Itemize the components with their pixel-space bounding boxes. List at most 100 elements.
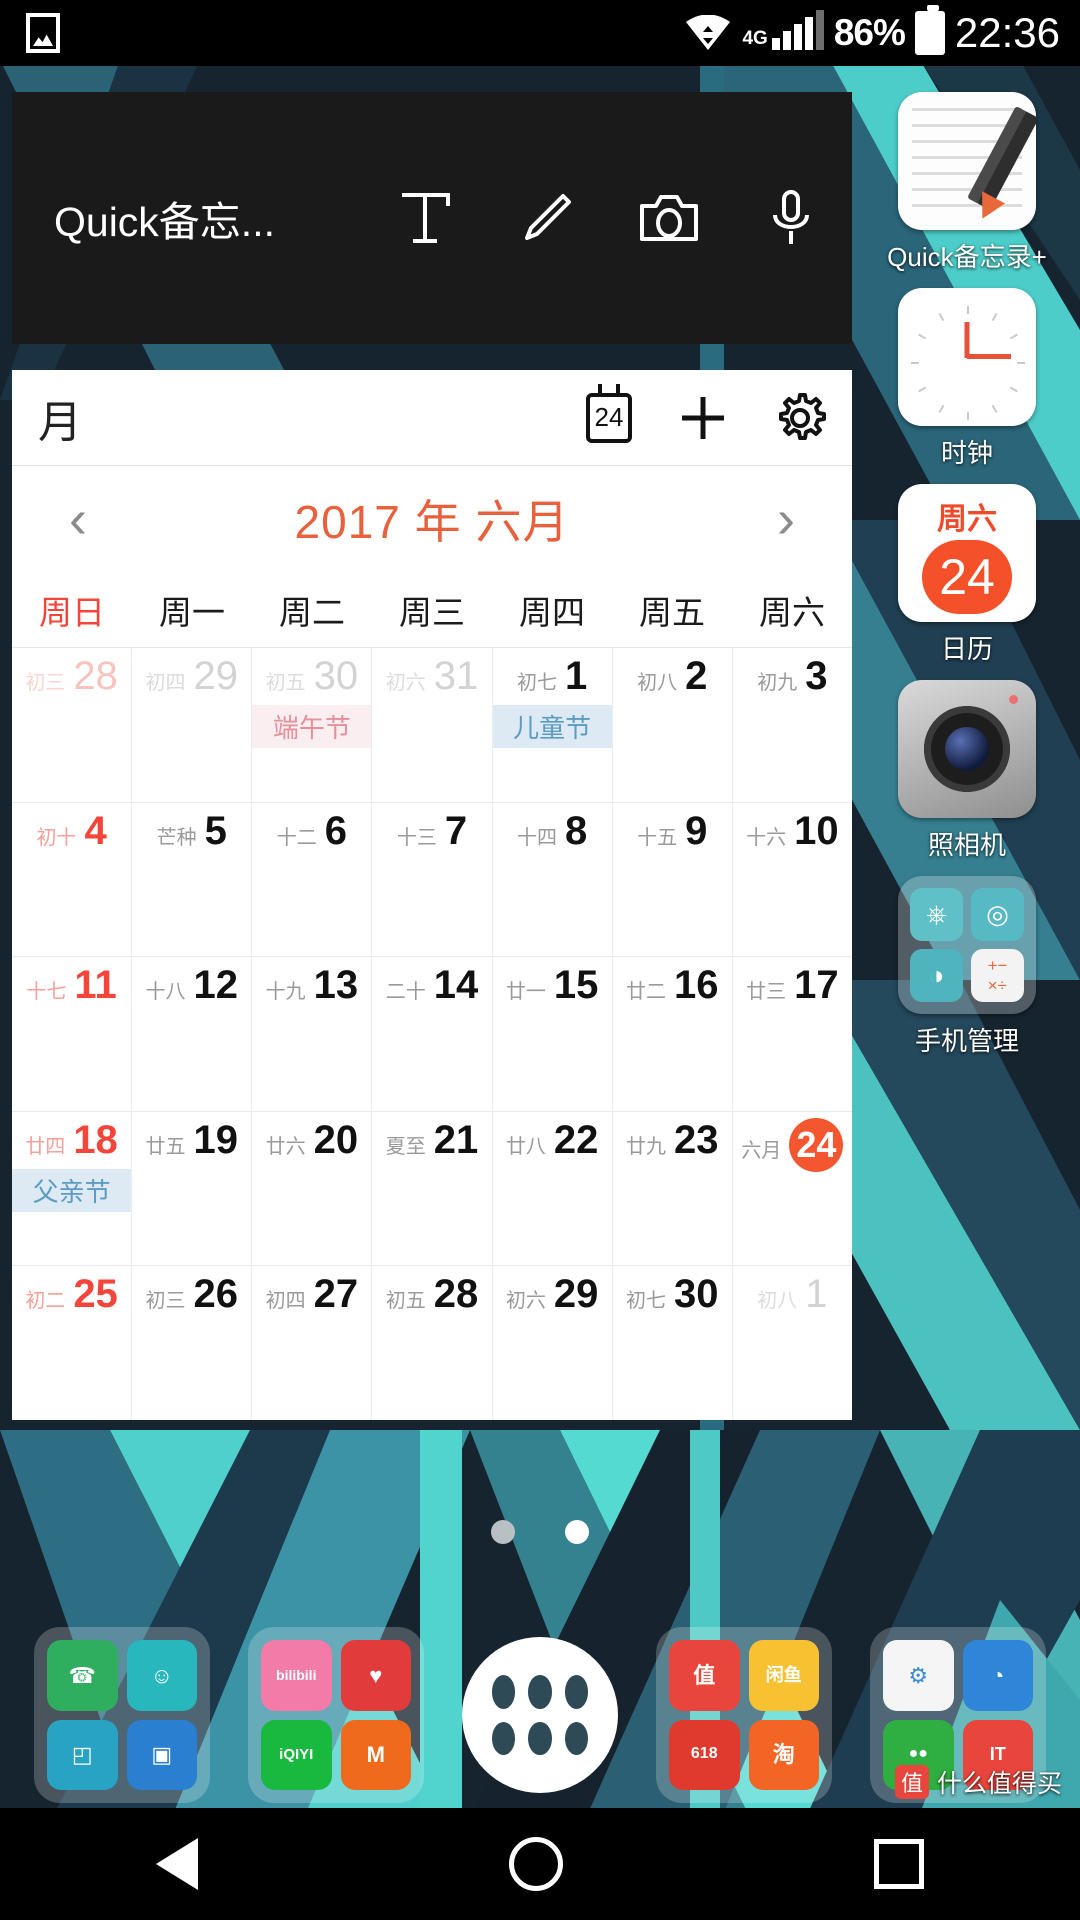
status-bar-left (0, 13, 60, 53)
calendar-day-cell[interactable]: 初三 28 (12, 648, 133, 802)
memo-widget-title[interactable]: Quick备忘... (12, 188, 275, 248)
dock-folder-video[interactable]: bilibili ♥ iQIYI M (248, 1627, 424, 1803)
calendar-day-cell[interactable]: 十五 9 (613, 802, 733, 957)
calendar-weekday-header: 周日 周一 周二 周三 周四 周五 周六 (12, 572, 852, 648)
lunar-label: 六月 (741, 1139, 782, 1162)
page-dot-1[interactable] (491, 1520, 515, 1544)
calendar-day-cell[interactable]: 廿三 17 (733, 957, 852, 1111)
calendar-day-cell[interactable]: 初七 30 (613, 1266, 733, 1420)
status-bar[interactable]: 4G 86% 22:36 (0, 0, 1080, 66)
calendar-day-cell[interactable]: 十三 7 (372, 802, 493, 957)
calendar-day-cell[interactable]: 十九 13 (252, 957, 373, 1111)
quick-memo-widget[interactable]: Quick备忘... (12, 92, 852, 344)
calendar-day-top: 初五 30 (252, 654, 371, 699)
gear-icon[interactable] (774, 392, 826, 444)
day-number: 16 (674, 963, 719, 1008)
calendar-day-cell[interactable]: 芒种 5 (132, 802, 253, 957)
calendar-day-top: 十六 10 (733, 809, 852, 854)
home-screen-app-column: Quick备忘录+ 时钟 周六 24 日历 照相机 ⎈ ◎ ◑ +− ×÷ 手机… (854, 92, 1080, 1072)
back-triangle-icon[interactable] (155, 1838, 198, 1890)
calendar-widget[interactable]: 月 24 ‹ 2017 年 六月 › 周日 周一 周二 周三 周四 周五 周六 … (12, 370, 852, 1420)
calendar-day-cell[interactable]: 十四 8 (493, 802, 613, 957)
signal-bars-icon (771, 10, 824, 50)
app-phone-manager[interactable]: ⎈ ◎ ◑ +− ×÷ 手机管理 (854, 876, 1080, 1072)
dock-folder-shopping[interactable]: 值 闲鱼 618 淘 (656, 1627, 832, 1803)
calendar-day-cell[interactable]: 廿八 22 (493, 1111, 613, 1266)
calendar-day-cell[interactable]: 十七 11 (12, 957, 133, 1111)
dock-folder-communication[interactable]: ☎ ☺ ◰ ▣ (34, 1627, 210, 1803)
add-event-button[interactable] (678, 393, 728, 443)
app-drawer-button[interactable] (462, 1637, 618, 1793)
app-label: 日历 (940, 634, 993, 664)
calendar-day-top: 廿四 18 (12, 1118, 131, 1163)
calendar-day-cell[interactable]: 廿二 16 (613, 957, 733, 1111)
calendar-view-label[interactable]: 月 (38, 386, 82, 450)
page-dot-2-active[interactable] (565, 1520, 589, 1544)
lunar-label: 十五 (637, 826, 678, 849)
text-tool-button[interactable] (364, 190, 486, 246)
calendar-day-cell[interactable]: 二十 14 (372, 957, 493, 1111)
calendar-day-top: 十五 9 (613, 809, 732, 854)
calendar-day-top: 廿六 20 (252, 1118, 371, 1163)
lunar-label: 初八 (637, 672, 678, 694)
mic-tool-button[interactable] (730, 189, 852, 247)
lunar-label: 初五 (265, 672, 306, 694)
day-number: 25 (73, 1272, 118, 1317)
calendar-day-cell[interactable]: 十八 12 (132, 957, 253, 1111)
calendar-day-cell[interactable]: 初五 30 端午节 (252, 648, 373, 802)
jd-icon: 618 (669, 1719, 740, 1790)
calendar-day-top: 夏至 21 (372, 1118, 491, 1163)
go-to-today-button[interactable]: 24 (586, 383, 632, 443)
lunar-label: 廿四 (25, 1135, 66, 1158)
calendar-day-cell[interactable]: 初七 1 儿童节 (492, 648, 613, 802)
calendar-day-cell[interactable]: 廿九 23 (613, 1111, 733, 1266)
calendar-day-cell[interactable]: 廿五 19 (132, 1111, 253, 1266)
app-clock[interactable]: 时钟 (854, 288, 1080, 484)
calendar-day-top: 廿八 22 (493, 1118, 612, 1163)
next-month-button[interactable]: › (756, 492, 816, 546)
lunar-label: 芒种 (156, 826, 197, 849)
calendar-day-cell[interactable]: 初十 4 (12, 802, 133, 957)
calendar-day-cell[interactable]: 六月 24 (733, 1112, 852, 1266)
calendar-day-cell[interactable]: 夏至 21 (372, 1111, 493, 1266)
festival-label: 端午节 (252, 705, 372, 748)
calendar-day-cell[interactable]: 十六 10 (733, 803, 852, 957)
festival-label: 儿童节 (492, 705, 612, 748)
calendar-day-cell[interactable]: 初四 29 (132, 648, 253, 802)
pen-tool-button[interactable] (486, 190, 608, 246)
navigation-bar[interactable] (0, 1808, 1080, 1920)
calendar-day-cell[interactable]: 初六 31 (372, 648, 493, 802)
lunar-label: 初三 (25, 672, 66, 694)
kuaikan-icon: ♥ (340, 1640, 411, 1711)
day-number: 7 (444, 808, 468, 853)
app-calendar[interactable]: 周六 24 日历 (854, 484, 1080, 680)
calendar-day-cell[interactable]: 廿一 15 (493, 957, 613, 1111)
calendar-day-cell[interactable]: 初九 3 (733, 648, 852, 802)
calendar-day-cell[interactable]: 十二 6 (252, 802, 373, 957)
calendar-week-row: 初三 28 初四 29 初五 30 端午节 初六 31 初七 1 儿童节 初八 2 初九 3 (12, 648, 852, 803)
app-quick-memo-plus[interactable]: Quick备忘录+ (854, 92, 1080, 288)
calendar-day-cell[interactable]: 初三 26 (132, 1266, 253, 1420)
calendar-day-cell[interactable]: 初四 27 (252, 1266, 373, 1420)
calendar-day-cell[interactable]: 初六 29 (493, 1266, 613, 1420)
prev-month-button[interactable]: ‹ (48, 492, 108, 546)
calendar-day-top: 廿五 19 (132, 1118, 251, 1163)
calendar-day-cell[interactable]: 廿六 20 (252, 1111, 373, 1266)
calendar-day-cell[interactable]: 初五 28 (372, 1266, 493, 1420)
settings-icon: ⚙ (883, 1640, 954, 1711)
lunar-label: 初五 (385, 1290, 426, 1313)
calendar-day-top: 初七 1 (493, 654, 612, 699)
calendar-day-cell[interactable]: 初二 25 (12, 1266, 133, 1420)
day-number: 2 (685, 654, 708, 698)
calendar-day-top: 十三 7 (372, 809, 491, 854)
day-number: 6 (324, 808, 347, 853)
app-camera[interactable]: 照相机 (854, 680, 1080, 876)
recents-square-icon[interactable] (874, 1839, 925, 1889)
calendar-day-cell[interactable]: 初八 2 (613, 648, 733, 802)
calendar-week-row: 初十 4 芒种 5 十二 6 十三 7 十四 8 十五 9 十六 10 (12, 802, 852, 958)
home-circle-icon[interactable] (508, 1837, 563, 1891)
calendar-day-cell[interactable]: 廿四 18 父亲节 (12, 1111, 133, 1266)
calendar-day-cell[interactable]: 初八 1 (733, 1266, 852, 1420)
camera-tool-button[interactable] (608, 192, 730, 244)
calendar-toolbar-actions: 24 (586, 383, 826, 444)
